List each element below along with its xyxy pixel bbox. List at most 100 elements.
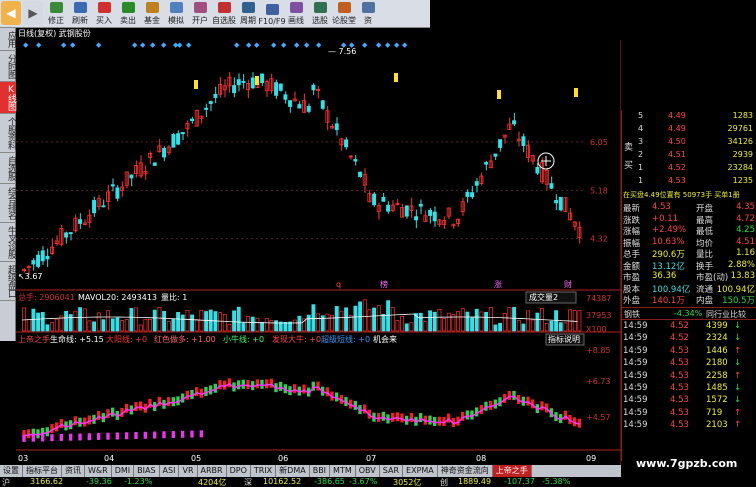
toolbar-button-13[interactable]: 资 [356, 0, 380, 27]
indicator-tab-2[interactable]: 资讯 [62, 465, 85, 477]
event-diamond-icon[interactable]: ◆ [234, 41, 240, 49]
forward-icon[interactable]: ▶ [23, 1, 43, 25]
left-tab-7[interactable]: 超级盘口 [0, 262, 16, 301]
quote-panel: 5 4.49 1283 4 4.49 29761 3 4.50 34126 2 4.51 2939 1 4… [621, 110, 756, 461]
event-marker[interactable]: 涨 [494, 279, 502, 289]
order-book-row[interactable]: 1 4.52 23284 [622, 162, 756, 175]
order-book-row[interactable]: 2 4.51 2939 [622, 149, 756, 162]
event-diamond-icon[interactable]: ◆ [376, 41, 382, 49]
indicator-tab-12[interactable]: BBI [310, 465, 331, 477]
indicator-tab-11[interactable]: 新DMA [276, 465, 310, 477]
left-tab-3[interactable]: 个股资料 [0, 114, 16, 153]
event-diamond-icon[interactable]: ◆ [70, 41, 76, 49]
status-item: -1.23% [124, 477, 153, 486]
event-diamond-icon[interactable]: ◆ [23, 41, 29, 49]
toolbar-button-9[interactable]: F10/F9 [258, 0, 286, 27]
back-icon[interactable]: ◀ [1, 1, 21, 25]
left-tab-5[interactable]: 综合排名 [0, 184, 16, 223]
event-diamond-icon[interactable]: ◆ [96, 41, 102, 49]
event-diamond-icon[interactable]: ◆ [140, 41, 146, 49]
indicator-tab-13[interactable]: MTM [330, 465, 356, 477]
indicator-tab-4[interactable]: DMI [112, 465, 135, 477]
event-diamond-icon[interactable]: ◆ [36, 41, 42, 49]
event-marker[interactable]: 财 [564, 279, 572, 289]
candle-body [372, 193, 377, 206]
candle-body [171, 134, 176, 148]
toolbar-button-5[interactable]: 模拟 [164, 0, 188, 27]
indicator-tab-16[interactable]: EXPMA [403, 465, 438, 477]
toolbar-button-7[interactable]: 自选股 [212, 0, 236, 27]
toolbar-button-8[interactable]: 周期 [236, 0, 260, 27]
volume-bar [129, 308, 134, 332]
sector-row[interactable]: 钢铁 -4.34% 同行业比较 [622, 307, 756, 320]
event-diamond-icon[interactable]: ◆ [362, 41, 368, 49]
indicator-tab-18[interactable]: 上帝之手 [492, 465, 532, 477]
tick-volume: 1446 [706, 345, 728, 356]
indicator-tab-15[interactable]: SAR [380, 465, 404, 477]
volume-bar [45, 324, 50, 332]
indicator-tick-label: +6.73 [586, 377, 611, 386]
event-diamond-icon[interactable]: ◆ [177, 41, 183, 49]
event-diamond-icon[interactable]: ◆ [161, 41, 167, 49]
toolbar-button-1[interactable]: 刷新 [68, 0, 92, 27]
toolbar-button-12[interactable]: 论股堂 [332, 0, 356, 27]
indicator-tab-6[interactable]: ASI [160, 465, 180, 477]
indicator-tab-9[interactable]: DPO [227, 465, 251, 477]
volume-bar [40, 311, 45, 332]
toolbar-button-2[interactable]: 买入 [92, 0, 116, 27]
toolbar-button-0[interactable]: 修正 [44, 0, 68, 27]
tick-volume: 1572 [706, 395, 728, 406]
left-tab-6[interactable]: 牛叉诊股 [0, 223, 16, 262]
sector-compare-link[interactable]: 同行业比较 [706, 309, 746, 320]
indicator-tab-5[interactable]: BIAS [134, 465, 160, 477]
indicator-tab-1[interactable]: 指标平台 [23, 465, 62, 477]
order-book-row[interactable]: 3 4.50 34126 [622, 136, 756, 149]
indicator-tab-3[interactable]: W&R [85, 465, 112, 477]
event-diamond-icon[interactable]: ◆ [271, 41, 277, 49]
event-diamond-icon[interactable]: ◆ [61, 41, 67, 49]
event-diamond-icon[interactable]: ◆ [402, 41, 408, 49]
order-book-row[interactable]: 1 4.53 1235 [622, 175, 756, 188]
event-diamond-icon[interactable]: ◆ [341, 41, 347, 49]
event-diamond-icon[interactable]: ◆ [316, 41, 322, 49]
event-diamond-icon[interactable]: ◆ [254, 41, 260, 49]
toolbar-button-4[interactable]: 基金 [140, 0, 164, 27]
left-tab-2[interactable]: K线图 [0, 82, 16, 114]
quote-value: 290.6万 [652, 250, 685, 260]
order-book-row[interactable]: 5 4.49 1283 [622, 110, 756, 123]
refresh-icon [73, 2, 87, 13]
kline-chart[interactable]: 日线(复权) 武钢股份 6.055.184.32— 7.56↖3.67◆ ◆ ◆ ◆ ◆… [16, 28, 621, 465]
toolbar-button-3[interactable]: 卖出 [116, 0, 140, 27]
tick-row: 14:59 4.52 4399 ↓ [622, 321, 756, 333]
toolbar-button-label: 买入 [96, 16, 112, 25]
left-tab-0[interactable]: 应用 [0, 28, 16, 51]
indicator-tab-8[interactable]: ARBR [198, 465, 227, 477]
event-diamond-icon[interactable]: ◆ [385, 41, 391, 49]
event-diamond-icon[interactable]: ◆ [186, 41, 192, 49]
event-marker[interactable]: 榜 [380, 279, 388, 289]
candle-body [213, 93, 218, 98]
event-diamond-icon[interactable]: ◆ [150, 41, 156, 49]
indicator-tab-7[interactable]: VR [179, 465, 198, 477]
left-tab-4[interactable]: 自选股 [0, 153, 16, 184]
indicator-tab-14[interactable]: OBV [356, 465, 380, 477]
event-diamond-icon[interactable]: ◆ [294, 41, 300, 49]
event-diamond-icon[interactable]: ◆ [394, 41, 400, 49]
signal-marker [574, 88, 578, 97]
indicator-tab-10[interactable]: TRIX [251, 465, 277, 477]
quote-label: 股本 [623, 284, 641, 295]
volume-bar [120, 320, 125, 332]
event-diamond-icon[interactable]: ◆ [349, 41, 355, 49]
left-tab-1[interactable]: 分时图 [0, 51, 16, 82]
toolbar-button-11[interactable]: 选股 [308, 0, 332, 27]
toolbar-button-10[interactable]: 画线 [284, 0, 308, 27]
event-diamond-icon[interactable]: ◆ [304, 41, 310, 49]
order-book-row[interactable]: 4 4.49 29761 [622, 123, 756, 136]
toolbar-button-6[interactable]: 开户 [188, 0, 212, 27]
event-diamond-icon[interactable]: ◆ [132, 41, 138, 49]
event-diamond-icon[interactable]: ◆ [246, 41, 252, 49]
indicator-tab-0[interactable]: 设置 [0, 465, 23, 477]
event-diamond-icon[interactable]: ◆ [281, 41, 287, 49]
event-marker[interactable]: q [336, 280, 341, 289]
indicator-tab-17[interactable]: 神奇资金流向 [438, 465, 493, 477]
